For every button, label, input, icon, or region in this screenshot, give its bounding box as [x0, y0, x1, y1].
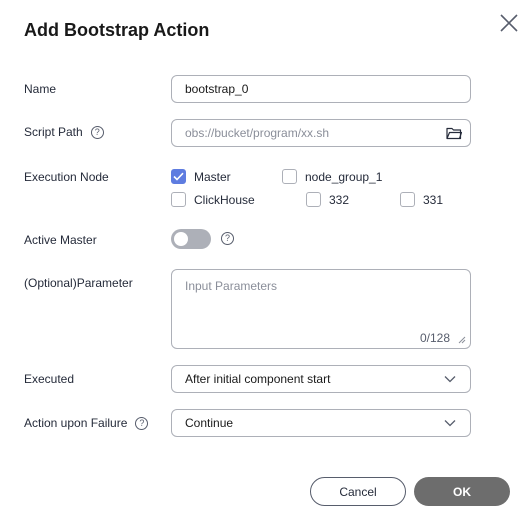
parameter-label-text: (Optional)Parameter: [24, 276, 133, 290]
checkbox-label: node_group_1: [305, 169, 383, 184]
checkbox-box[interactable]: [400, 192, 415, 207]
help-icon[interactable]: ?: [135, 416, 149, 430]
script-path-placeholder: obs://bucket/program/xx.sh: [185, 126, 330, 140]
execution-node-label-text: Execution Node: [24, 170, 109, 184]
checkbox-clickhouse[interactable]: ClickHouse: [171, 192, 255, 207]
parameter-label: (Optional)Parameter: [24, 276, 133, 290]
script-path-label: Script Path ?: [24, 125, 104, 139]
close-icon[interactable]: [498, 12, 520, 34]
checkbox-label: Master: [194, 169, 231, 184]
chevron-down-icon: [444, 420, 456, 427]
checkbox-box[interactable]: [282, 169, 297, 184]
checkbox-331[interactable]: 331: [400, 192, 443, 207]
script-path-label-text: Script Path: [24, 125, 83, 139]
checkbox-label: 331: [423, 192, 444, 207]
executed-select-value: After initial component start: [185, 372, 331, 386]
parameter-placeholder: Input Parameters: [185, 279, 278, 293]
checkbox-label: 332: [329, 192, 350, 207]
action-upon-failure-select-value: Continue: [185, 416, 234, 430]
action-upon-failure-label-text: Action upon Failure: [24, 416, 128, 430]
active-master-label-text: Active Master: [24, 233, 97, 247]
checkbox-label: ClickHouse: [194, 192, 255, 207]
checkbox-332[interactable]: 332: [306, 192, 349, 207]
execution-node-label: Execution Node: [24, 170, 109, 184]
add-bootstrap-action-dialog: Add Bootstrap Action Name bootstrap_0 Sc…: [0, 0, 530, 521]
name-input[interactable]: bootstrap_0: [171, 75, 471, 103]
checkmark-icon: [173, 172, 184, 181]
checkbox-box[interactable]: [171, 192, 186, 207]
name-label: Name: [24, 82, 56, 96]
checkbox-box[interactable]: [171, 169, 186, 184]
resize-handle-icon[interactable]: [458, 336, 466, 344]
executed-label: Executed: [24, 372, 74, 386]
checkbox-box[interactable]: [306, 192, 321, 207]
executed-select[interactable]: After initial component start: [171, 365, 471, 393]
parameter-textarea[interactable]: Input Parameters 0/128: [171, 269, 471, 349]
checkbox-node-group-1[interactable]: node_group_1: [282, 169, 382, 184]
checkbox-master[interactable]: Master: [171, 169, 231, 184]
dialog-title: Add Bootstrap Action: [24, 20, 210, 40]
help-icon[interactable]: ?: [90, 125, 104, 139]
active-master-toggle[interactable]: [171, 229, 211, 249]
active-master-label: Active Master: [24, 233, 97, 247]
toggle-knob: [174, 232, 188, 246]
character-counter: 0/128: [419, 331, 450, 345]
help-icon[interactable]: ?: [221, 232, 234, 245]
action-upon-failure-label: Action upon Failure ?: [24, 416, 149, 430]
name-input-value: bootstrap_0: [185, 82, 249, 96]
action-upon-failure-select[interactable]: Continue: [171, 409, 471, 437]
executed-label-text: Executed: [24, 372, 75, 386]
script-path-input[interactable]: obs://bucket/program/xx.sh: [171, 119, 471, 147]
chevron-down-icon: [444, 376, 456, 383]
name-label-text: Name: [24, 82, 57, 96]
cancel-button[interactable]: Cancel: [310, 477, 406, 506]
folder-icon[interactable]: [446, 126, 462, 140]
ok-button[interactable]: OK: [414, 477, 510, 506]
